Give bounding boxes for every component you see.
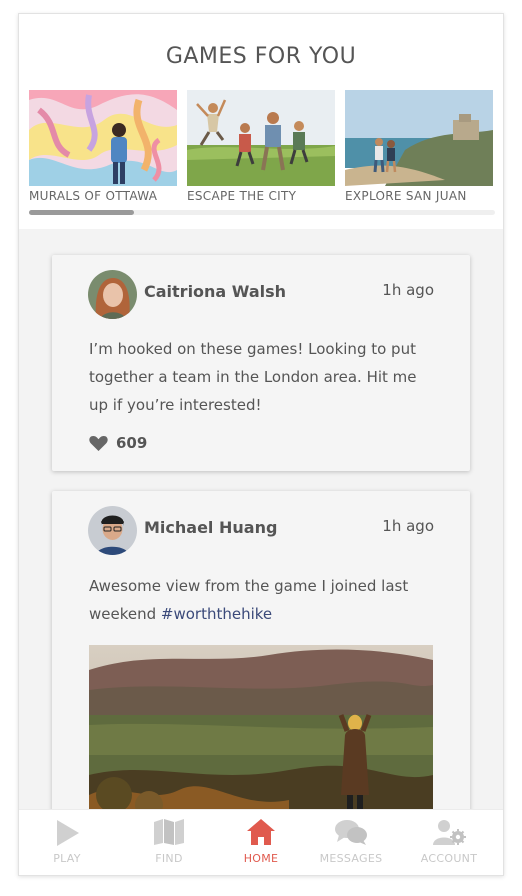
game-card-escape[interactable]: ESCAPE THE CITY: [187, 90, 335, 203]
game-image-murals: [29, 90, 177, 186]
tab-label: ACCOUNT: [420, 852, 478, 865]
games-carousel[interactable]: MURALS OF OTTAWA ESCAPE THE CITY EXPLORE…: [29, 90, 495, 210]
post-timestamp: 1h ago: [382, 281, 434, 299]
tab-label: FIND: [155, 852, 183, 865]
messages-icon: [303, 818, 399, 848]
tab-home[interactable]: HOME: [213, 810, 309, 875]
hashtag-link[interactable]: #worththehike: [161, 605, 272, 623]
activity-feed[interactable]: Caitriona Walsh 1h ago I’m hooked on the…: [19, 229, 503, 851]
bottom-tab-bar: PLAY FIND HOME MESSAGES ACCOUNT: [19, 809, 503, 875]
carousel-scrollbar[interactable]: [29, 210, 495, 215]
tab-label: PLAY: [53, 852, 81, 865]
tab-label: HOME: [243, 852, 279, 865]
game-label: EXPLORE SAN JUAN: [345, 189, 467, 203]
game-label: ESCAPE THE CITY: [187, 189, 297, 203]
tab-label: MESSAGES: [319, 852, 383, 865]
play-icon: [19, 818, 115, 848]
post-card[interactable]: Michael Huang 1h ago Awesome view from t…: [52, 491, 470, 851]
post-text: Awesome view from the game I joined last…: [89, 572, 434, 628]
carousel-scroll-thumb[interactable]: [29, 210, 134, 215]
heart-icon: [89, 435, 108, 451]
avatar[interactable]: [88, 506, 137, 555]
post-timestamp: 1h ago: [382, 517, 434, 535]
app-screen: GAMES FOR YOU MURALS OF OTTAWA ESCAPE TH…: [18, 13, 504, 876]
avatar[interactable]: [88, 270, 137, 319]
account-settings-icon: [401, 818, 497, 848]
section-title: GAMES FOR YOU: [165, 44, 357, 69]
game-card-murals[interactable]: MURALS OF OTTAWA: [29, 90, 177, 203]
like-button[interactable]: 609: [89, 434, 147, 452]
game-image-san-juan: [345, 90, 493, 186]
post-text: I’m hooked on these games! Looking to pu…: [89, 340, 417, 414]
like-count: 609: [116, 434, 148, 452]
game-image-escape: [187, 90, 335, 186]
post-author[interactable]: Caitriona Walsh: [144, 282, 286, 301]
post-author[interactable]: Michael Huang: [144, 518, 277, 537]
tab-find[interactable]: FIND: [121, 810, 217, 875]
home-icon: [213, 818, 309, 848]
games-section: GAMES FOR YOU MURALS OF OTTAWA ESCAPE TH…: [19, 14, 503, 229]
tab-messages[interactable]: MESSAGES: [303, 810, 399, 875]
game-label: MURALS OF OTTAWA: [29, 189, 158, 203]
post-card[interactable]: Caitriona Walsh 1h ago I’m hooked on the…: [52, 255, 470, 471]
game-card-san-juan[interactable]: EXPLORE SAN JUAN: [345, 90, 493, 203]
tab-account[interactable]: ACCOUNT: [401, 810, 497, 875]
tab-play[interactable]: PLAY: [19, 810, 115, 875]
map-icon: [121, 818, 217, 848]
